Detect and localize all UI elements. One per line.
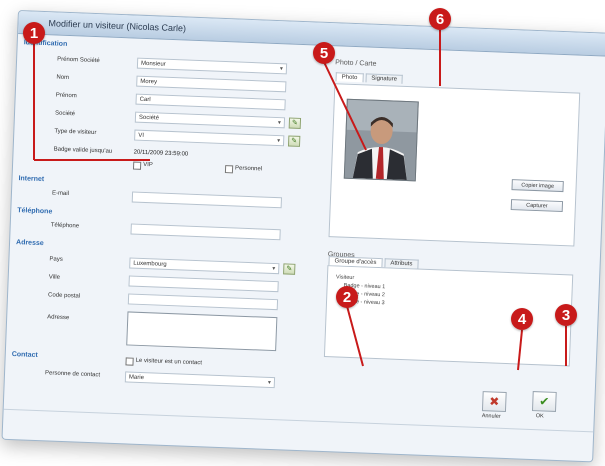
photo-tabs: Photo Signature [335,72,405,84]
cancel-button[interactable]: ✖ [481,391,507,413]
ville-label: Ville [48,274,61,281]
callout-5: 5 [313,42,335,64]
phone-label: Téléphone [50,222,80,230]
edit-icon: ✎ [291,137,298,145]
section-contact: Contact [11,351,38,360]
visitor-photo [343,98,419,182]
societe-label: Société [54,110,76,118]
date-label: Badge valide jusqu'au [53,146,113,155]
callout-1: 1 [23,22,45,44]
add-pays-button[interactable]: ✎ [283,263,296,275]
societe-select[interactable]: Société [134,111,286,129]
section-address: Adresse [15,239,44,248]
tab-photo[interactable]: Photo [335,72,364,83]
adresse-label: Adresse [47,314,70,322]
phone-field[interactable] [130,223,281,241]
nom-field[interactable]: Morey [136,75,287,93]
vip-label: VIP [143,161,153,169]
cp-field[interactable] [127,293,279,311]
pays-label: Pays [49,256,63,263]
tree-item[interactable]: Visiteur [336,274,354,281]
callout-3: 3 [555,304,577,326]
type-label: Type de visiteur [54,128,97,137]
date-value: 20/11/2009 23:59:00 [133,149,189,158]
vip-checkbox[interactable] [132,161,142,170]
tab-access-group[interactable]: Groupe d'accès [328,256,383,268]
edit-icon: ✎ [286,265,293,273]
ok-button[interactable]: ✔ [531,391,557,412]
ville-field[interactable] [128,275,279,293]
footer-divider [3,408,594,433]
photo-panel-title: Photo / Carte [335,59,377,68]
ok-label: OK [535,413,544,420]
email-field[interactable] [131,191,283,209]
personnel-label: Personnel [234,165,263,173]
cancel-icon: ✖ [489,394,500,409]
callout-6: 6 [429,8,451,30]
edit-icon: ✎ [291,119,298,127]
capture-button[interactable]: Capturer [510,199,564,213]
prenom-field[interactable]: Carl [135,93,286,111]
civility-label: Prénom Société [57,56,100,65]
visitor-edit-window: Modifier un visiteur (Nicolas Carle) Ide… [1,10,605,463]
pays-select[interactable]: Luxembourg [129,257,280,275]
add-societe-button[interactable]: ✎ [288,117,302,129]
copy-image-button[interactable]: Copier image [511,179,564,193]
section-internet: Internet [18,175,45,184]
add-type-button[interactable]: ✎ [287,135,301,147]
contact-person-select[interactable]: Marie [124,371,276,389]
section-telephone: Téléphone [17,207,53,216]
window-client-area: Identification Prénom Société Monsieur N… [3,33,605,461]
group-tabs: Groupe d'accès Attributs [328,256,420,269]
tab-attributes[interactable]: Attributs [384,258,419,269]
callout-4: 4 [511,308,533,330]
nom-label: Nom [56,74,70,82]
email-label: E-mail [51,190,70,198]
window-title: Modifier un visiteur (Nicolas Carle) [48,18,187,34]
groups-panel: Groupe d'accès Attributs Visiteur Badge … [323,256,574,367]
contact-person-label: Personne de contact [44,370,101,379]
contact-check-label: Le visiteur est un contact [135,357,203,367]
photo-panel: Photo Signature Copier image Capturer [328,72,581,247]
cancel-label: Annuler [481,413,501,420]
callout-2: 2 [336,286,358,308]
tab-signature[interactable]: Signature [365,73,404,84]
ok-icon: ✔ [539,394,550,409]
civility-select[interactable]: Monsieur [136,57,288,75]
contact-checkbox[interactable] [125,357,134,366]
type-select[interactable]: VI [134,129,285,147]
adresse-textarea[interactable] [126,311,278,352]
cp-label: Code postal [47,292,81,300]
personnel-checkbox[interactable] [224,165,234,174]
prenom-label: Prénom [55,92,77,100]
